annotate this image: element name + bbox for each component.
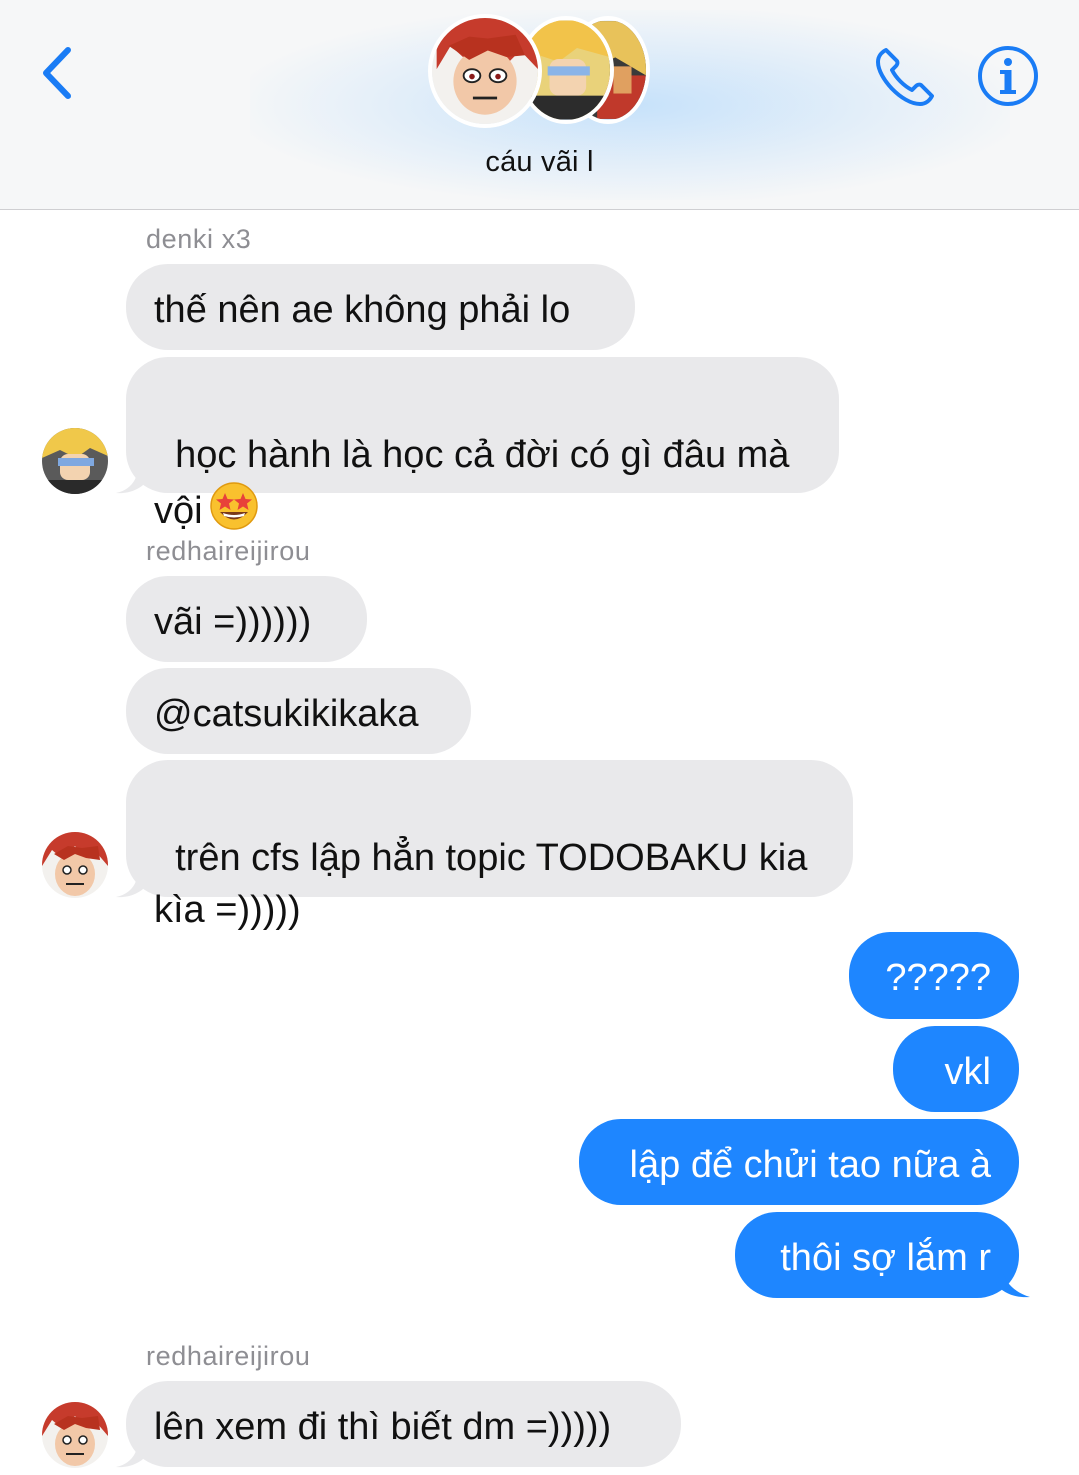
message-bubble-incoming[interactable]: thế nên ae không phải lo: [126, 264, 635, 350]
message-bubble-incoming[interactable]: trên cfs lập hẳn topic TODOBAKU kia kìa =…: [126, 760, 853, 931]
message-text-line: trên cfs lập hẳn topic TODOBAKU kia: [175, 837, 808, 879]
message-bubble-outgoing[interactable]: lập để chửi tao nữa à: [579, 1119, 1019, 1205]
message-text-line: kìa =))))): [154, 889, 301, 931]
message-bubble-outgoing[interactable]: thôi sợ lắm r: [735, 1212, 1019, 1298]
message-text-line: vội: [154, 490, 203, 532]
call-button[interactable]: [872, 44, 938, 110]
group-avatar-stack[interactable]: [428, 12, 658, 128]
back-button[interactable]: [36, 42, 86, 104]
sender-name: redhaireijirou: [146, 536, 311, 566]
phone-icon: [876, 48, 934, 106]
info-icon: [978, 46, 1038, 106]
chat-header: cáu vãi l: [0, 0, 1079, 210]
message-bubble-incoming[interactable]: vãi =)))))): [126, 576, 367, 662]
message-bubble-incoming[interactable]: học hành là học cả đời có gì đâu mà vội: [126, 357, 839, 532]
star-struck-emoji-icon: [209, 482, 258, 530]
message-bubble-outgoing[interactable]: vkl: [893, 1026, 1019, 1112]
conversation-title[interactable]: cáu vãi l: [0, 146, 1079, 179]
bubble-tail: [116, 1440, 148, 1468]
chevron-left-icon: [43, 47, 71, 99]
message-bubble-outgoing[interactable]: ?????: [849, 932, 1019, 1019]
bubble-tail: [116, 870, 148, 898]
bubble-tail-outgoing: [996, 1268, 1030, 1298]
avatar-denki[interactable]: [42, 428, 108, 494]
message-bubble-incoming[interactable]: @catsukikikaka: [126, 668, 471, 754]
avatar-redhaireijirou[interactable]: [42, 1402, 108, 1468]
message-text-line: học hành là học cả đời có gì đâu mà: [175, 434, 790, 476]
info-button[interactable]: [976, 44, 1040, 108]
sender-name: redhaireijirou: [146, 1341, 311, 1371]
group-member-avatar-1: [428, 14, 542, 128]
message-bubble-incoming[interactable]: lên xem đi thì biết dm =))))): [126, 1381, 681, 1467]
avatar-redhaireijirou[interactable]: [42, 832, 108, 898]
sender-name: denki x3: [146, 224, 252, 254]
bubble-tail: [116, 466, 148, 494]
